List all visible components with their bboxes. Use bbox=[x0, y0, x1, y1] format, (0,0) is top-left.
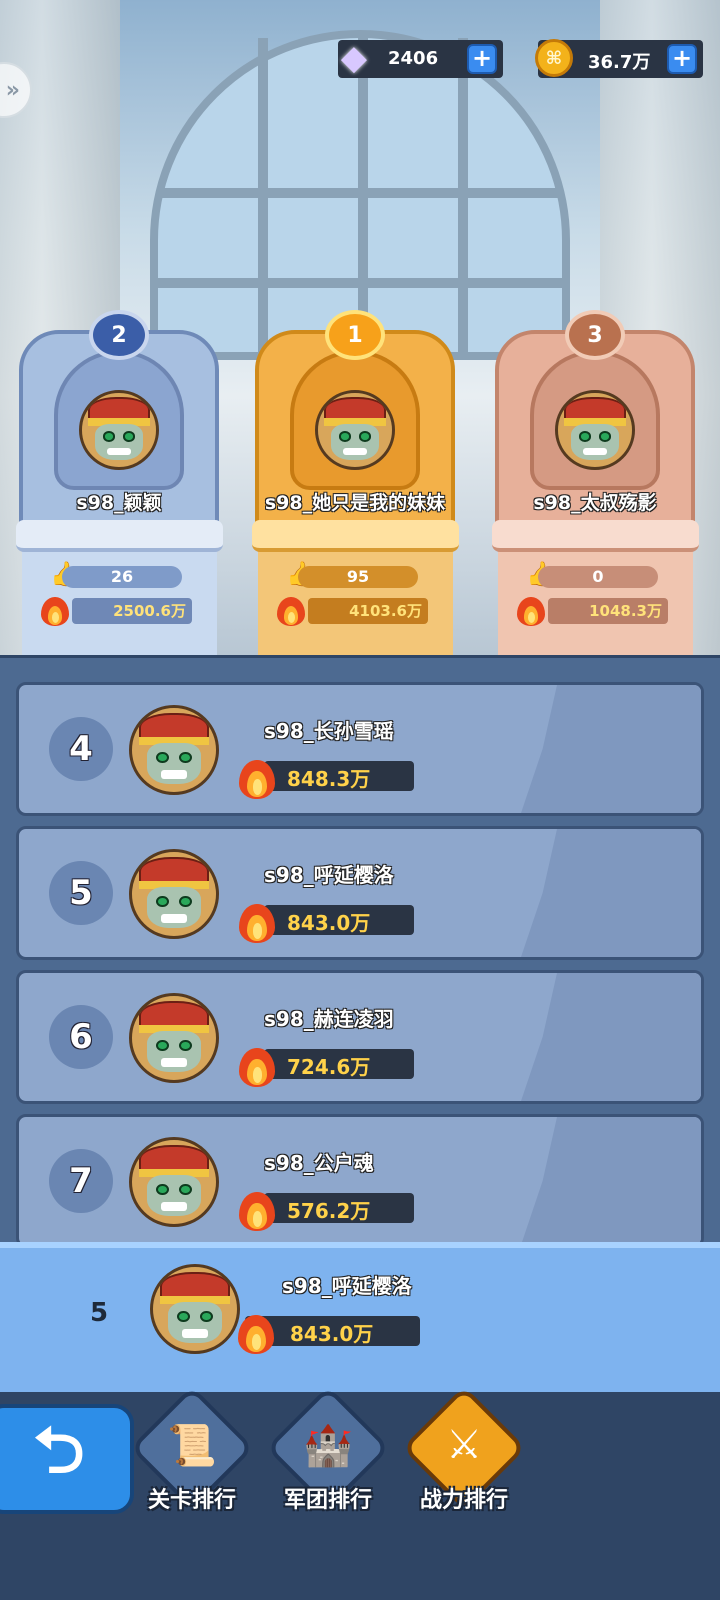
gold-value: 36.7万 bbox=[588, 52, 651, 73]
tab-label: 关卡排行 bbox=[147, 1488, 236, 1513]
power-value: 843.0万 bbox=[287, 911, 371, 935]
back-arrow-icon: ⮌ bbox=[33, 1414, 85, 1488]
diamond-icon: ◆ bbox=[340, 38, 368, 78]
flame-icon bbox=[235, 1041, 279, 1089]
list-item[interactable]: 7 s98_公户魂 576.2万 bbox=[16, 1114, 704, 1248]
avatar[interactable] bbox=[315, 390, 395, 470]
podium-base: 👍 95 4103.6万 bbox=[252, 520, 459, 665]
list-item[interactable]: 6 s98_赫连凌羽 724.6万 bbox=[16, 970, 704, 1104]
podium-base: 👍 0 1048.3万 bbox=[492, 520, 699, 665]
avatar[interactable] bbox=[129, 993, 219, 1083]
gold-coin-icon: ⌘ bbox=[530, 34, 578, 82]
player-name: s98_颖颖 bbox=[76, 492, 162, 514]
power-value: 848.3万 bbox=[287, 767, 371, 791]
my-rank-bar: 5 s98_呼延樱洛 843.0万 bbox=[0, 1242, 720, 1392]
power-value: 1048.3万 bbox=[548, 598, 668, 624]
avatar[interactable] bbox=[79, 390, 159, 470]
flame-icon bbox=[38, 592, 72, 628]
flame-icon bbox=[234, 1308, 278, 1356]
player-name: s98_赫连凌羽 bbox=[264, 1007, 394, 1031]
power-value: 843.0万 bbox=[290, 1322, 374, 1346]
crossed-swords-icon: ⚔ bbox=[446, 1422, 482, 1468]
rank-medal: 1 bbox=[325, 310, 385, 360]
avatar[interactable] bbox=[129, 705, 219, 795]
rank-number: 5 bbox=[49, 861, 113, 925]
like-count: 26 bbox=[62, 566, 182, 588]
add-gold-button[interactable]: + bbox=[667, 44, 697, 74]
player-name: s98_呼延樱洛 bbox=[282, 1274, 412, 1298]
tab-power-ranking[interactable]: ⚔ 战力排行 bbox=[401, 1385, 527, 1524]
podium-base: 👍 26 2500.6万 bbox=[16, 520, 223, 665]
gem-counter: ◆ 2406 + bbox=[338, 38, 503, 78]
list-item[interactable]: 5 s98_呼延樱洛 843.0万 bbox=[16, 826, 704, 960]
rank-number: 4 bbox=[49, 717, 113, 781]
player-name: s98_她只是我的妹妹 bbox=[264, 492, 446, 514]
player-name: s98_长孙雪瑶 bbox=[264, 719, 394, 743]
rank-number: 6 bbox=[49, 1005, 113, 1069]
flame-icon bbox=[235, 1185, 279, 1233]
power-value: 576.2万 bbox=[287, 1199, 371, 1223]
avatar[interactable] bbox=[555, 390, 635, 470]
list-item[interactable]: 4 s98_长孙雪瑶 848.3万 bbox=[16, 682, 704, 816]
tab-legion-ranking[interactable]: 🏰 军团排行 bbox=[265, 1385, 391, 1524]
rank-medal: 3 bbox=[565, 310, 625, 360]
avatar[interactable] bbox=[129, 1137, 219, 1227]
rank-medal: 2 bbox=[89, 310, 149, 360]
player-name: s98_太叔殇影 bbox=[533, 492, 657, 514]
rank-number: 7 bbox=[49, 1149, 113, 1213]
tab-stage-ranking[interactable]: 📜 关卡排行 bbox=[129, 1385, 255, 1524]
power-value: 2500.6万 bbox=[72, 598, 192, 624]
stage-scroll-icon: 📜 bbox=[167, 1423, 217, 1469]
player-name: s98_公户魂 bbox=[264, 1151, 374, 1175]
legion-cannon-icon: 🏰 bbox=[303, 1423, 353, 1469]
bottom-nav: ⮌ 📜 关卡排行 🏰 军团排行 ⚔ 战力排行 bbox=[0, 1385, 720, 1600]
my-rank-number: 5 bbox=[90, 1298, 109, 1328]
tab-label: 军团排行 bbox=[283, 1488, 372, 1513]
back-button[interactable]: ⮌ bbox=[0, 1404, 134, 1514]
power-value: 4103.6万 bbox=[308, 598, 428, 624]
tab-label: 战力排行 bbox=[419, 1488, 508, 1513]
gem-value: 2406 bbox=[388, 48, 439, 69]
flame-icon bbox=[514, 592, 548, 628]
flame-icon bbox=[235, 897, 279, 945]
like-count: 0 bbox=[538, 566, 658, 588]
power-value: 724.6万 bbox=[287, 1055, 371, 1079]
avatar[interactable] bbox=[129, 849, 219, 939]
gold-counter: ⌘ 36.7万 + bbox=[535, 39, 703, 78]
add-gems-button[interactable]: + bbox=[467, 44, 497, 74]
flame-icon bbox=[235, 753, 279, 801]
player-name: s98_呼延樱洛 bbox=[264, 863, 394, 887]
flame-icon bbox=[274, 592, 308, 628]
like-count: 95 bbox=[298, 566, 418, 588]
avatar[interactable] bbox=[150, 1264, 240, 1354]
